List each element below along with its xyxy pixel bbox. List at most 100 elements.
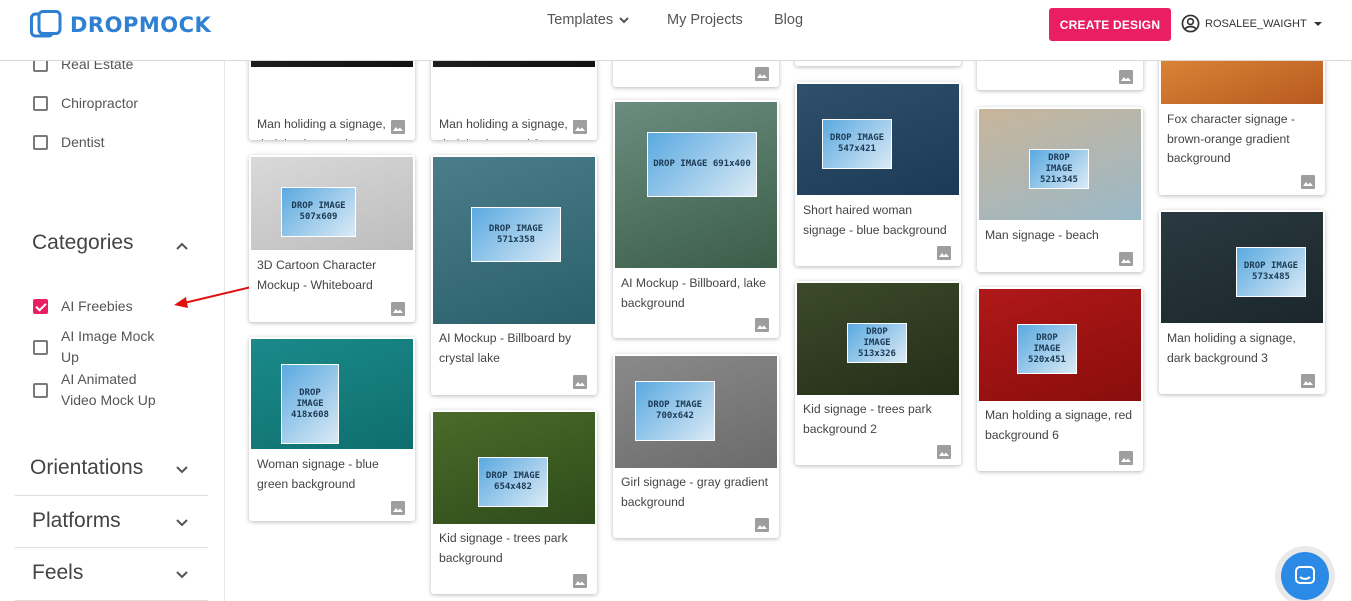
- drop-image-placeholder: DROP IMAGE 513x326: [847, 323, 907, 363]
- filter-ai-animated-video[interactable]: AI Animated Video Mock Up: [33, 369, 183, 411]
- template-title: Man holiding a signage, dark background …: [1167, 331, 1296, 365]
- image-type-icon: [573, 375, 587, 389]
- filter-label: Dentist: [61, 134, 105, 150]
- template-preview-image[interactable]: DROP IMAGE 521x345: [979, 109, 1141, 220]
- image-type-icon: [1301, 175, 1315, 189]
- template-title: Man holding a signage, red background 6: [985, 408, 1133, 442]
- drop-image-placeholder: DROP IMAGE 507x609: [281, 187, 356, 237]
- template-card[interactable]: DROP IMAGE 691x400 AI Mockup - Billboard,…: [613, 100, 779, 338]
- filter-label: Chiropractor: [61, 95, 139, 111]
- feels-heading[interactable]: Feels: [32, 561, 83, 585]
- drop-image-placeholder: DROP IMAGE 654x482: [478, 457, 548, 507]
- create-design-button[interactable]: CREATE DESIGN: [1049, 8, 1171, 41]
- checkbox[interactable]: [33, 61, 48, 72]
- template-preview-image[interactable]: DROP IMAGE 520x451: [979, 289, 1141, 401]
- divider: [15, 495, 208, 496]
- checkbox[interactable]: [33, 135, 48, 150]
- checkbox[interactable]: [33, 340, 48, 355]
- drop-image-placeholder: DROP IMAGE 418x608: [281, 364, 339, 444]
- template-preview-image[interactable]: DROP IMAGE 573x485: [1161, 212, 1323, 323]
- nav-blog[interactable]: Blog: [774, 12, 803, 28]
- image-type-icon: [937, 246, 951, 260]
- caret-down-icon: [1313, 21, 1322, 26]
- filter-dentist[interactable]: Dentist: [33, 132, 105, 153]
- checkbox[interactable]: [33, 96, 48, 111]
- template-title: AI Mockup - Billboard by crystal lake: [439, 331, 572, 365]
- chat-icon: [1295, 566, 1315, 584]
- checkbox-checked[interactable]: [33, 299, 48, 314]
- template-preview-image[interactable]: DROP IMAGE 547x421: [797, 84, 959, 195]
- template-title: Girl signage - gray gradient background: [621, 475, 768, 509]
- filter-label: AI Image Mock Up: [61, 328, 155, 365]
- template-title: Woman signage - blue green background: [257, 457, 379, 491]
- orientations-heading[interactable]: Orientations: [30, 456, 143, 480]
- nav-templates[interactable]: Templates: [547, 12, 631, 28]
- template-card[interactable]: DROP IMAGE 521x345 Man signage - beach: [977, 107, 1143, 272]
- template-preview-image[interactable]: DROP IMAGE 507x609: [251, 157, 413, 250]
- chevron-up-icon[interactable]: [174, 238, 190, 254]
- template-title: Fox character signage - brown-orange gra…: [1167, 112, 1296, 165]
- filter-label: Real Estate: [61, 61, 134, 72]
- top-header: DROPMOCK Templates My Projects Blog CREA…: [0, 0, 1352, 61]
- image-type-icon: [391, 120, 405, 134]
- template-title: 3D Cartoon Character Mockup - Whiteboard: [257, 258, 377, 292]
- template-preview-image[interactable]: DROP IMAGE 700x642: [615, 356, 777, 468]
- template-card[interactable]: DROP IMAGE 654x482 Kid signage - trees pa…: [431, 410, 597, 594]
- template-title: Man holiding a signage, dark background: [257, 117, 386, 140]
- image-type-icon: [755, 67, 769, 81]
- user-avatar-icon: [1181, 14, 1200, 33]
- nav-templates-label: Templates: [547, 12, 614, 28]
- template-card[interactable]: DROP IMAGE 547x421 Short haired woman sig…: [795, 82, 961, 266]
- template-preview-image[interactable]: DROP IMAGE 691x400: [615, 102, 777, 268]
- template-card[interactable]: DROP IMAGE 700x642 Girl signage - gray gr…: [613, 354, 779, 538]
- user-menu[interactable]: ROSALEE_WAIGHT: [1181, 14, 1323, 33]
- nav-my-projects[interactable]: My Projects: [667, 12, 743, 28]
- chevron-down-icon: [619, 17, 629, 24]
- chevron-down-icon[interactable]: [174, 514, 190, 530]
- template-card[interactable]: DROP IMAGE 571x358 AI Mockup - Billboard …: [431, 155, 597, 395]
- image-type-icon: [391, 302, 405, 316]
- image-type-icon: [755, 518, 769, 532]
- template-preview-image[interactable]: DROP IMAGE 513x326: [797, 283, 959, 395]
- image-type-icon: [1119, 70, 1133, 84]
- platforms-heading[interactable]: Platforms: [32, 509, 121, 533]
- template-card[interactable]: Fox character signage - brown-orange gra…: [1159, 40, 1325, 195]
- filter-real-estate[interactable]: Real Estate: [33, 61, 133, 75]
- template-title: Man signage - beach: [985, 228, 1099, 242]
- filter-ai-freebies[interactable]: AI Freebies: [33, 296, 133, 317]
- template-card[interactable]: DROP IMAGE 573x485 Man holiding a signage…: [1159, 210, 1325, 394]
- chevron-down-icon[interactable]: [174, 566, 190, 582]
- logo-icon: [30, 10, 62, 38]
- divider: [15, 547, 208, 548]
- filter-sidebar: Real Estate Chiropractor Dentist Categor…: [0, 61, 225, 601]
- checkbox[interactable]: [33, 383, 48, 398]
- image-type-icon: [755, 318, 769, 332]
- template-card[interactable]: DROP IMAGE 513x326 Kid signage - trees pa…: [795, 281, 961, 465]
- image-type-icon: [391, 501, 405, 515]
- brand-name: DROPMOCK: [70, 13, 212, 37]
- filter-label: AI Animated Video Mock Up: [61, 371, 156, 408]
- template-preview-image[interactable]: DROP IMAGE 418x608: [251, 339, 413, 449]
- image-type-icon: [573, 120, 587, 134]
- template-preview-image[interactable]: DROP IMAGE 654x482: [433, 412, 595, 524]
- drop-image-placeholder: DROP IMAGE 547x421: [822, 119, 892, 169]
- categories-heading[interactable]: Categories: [32, 231, 134, 255]
- brand-logo[interactable]: DROPMOCK: [30, 10, 211, 40]
- drop-image-placeholder: DROP IMAGE 691x400: [647, 132, 757, 197]
- chat-support-button[interactable]: [1281, 552, 1329, 600]
- filter-ai-image-mock-up[interactable]: AI Image Mock Up: [33, 326, 183, 368]
- drop-image-placeholder: DROP IMAGE 521x345: [1029, 149, 1089, 189]
- chevron-down-icon[interactable]: [174, 461, 190, 477]
- drop-image-placeholder: DROP IMAGE 573x485: [1236, 247, 1306, 297]
- template-title: Short haired woman signage - blue backgr…: [803, 203, 947, 237]
- image-type-icon: [937, 445, 951, 459]
- template-card[interactable]: DROP IMAGE 520x451 Man holding a signage,…: [977, 287, 1143, 471]
- template-preview-image[interactable]: DROP IMAGE 571x358: [433, 157, 595, 324]
- username: ROSALEE_WAIGHT: [1205, 17, 1307, 30]
- template-card[interactable]: DROP IMAGE 418x608 Woman signage - blue g…: [249, 337, 415, 521]
- template-card[interactable]: DROP IMAGE 507x609 3D Cartoon Character M…: [249, 155, 415, 322]
- image-type-icon: [573, 574, 587, 588]
- filter-chiropractor[interactable]: Chiropractor: [33, 93, 138, 114]
- image-type-icon: [1119, 252, 1133, 266]
- drop-image-placeholder: DROP IMAGE 520x451: [1017, 324, 1077, 374]
